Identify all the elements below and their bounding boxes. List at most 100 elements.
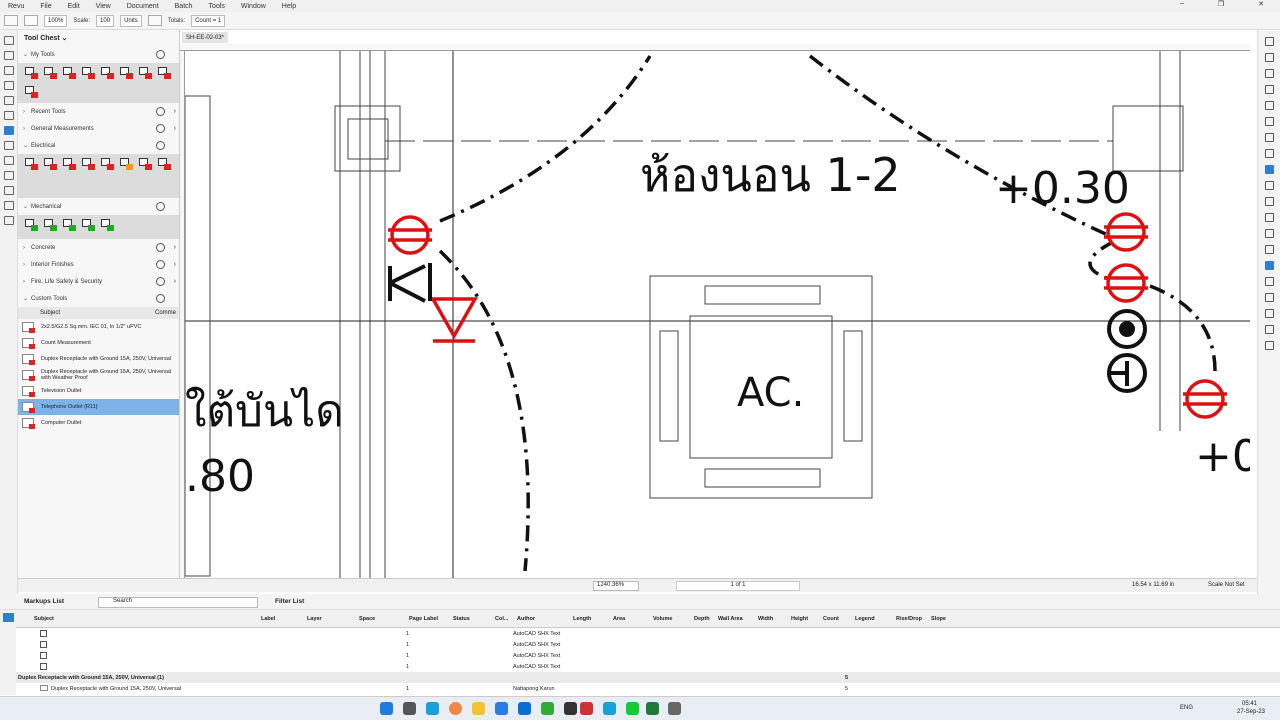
select-icon[interactable]	[24, 15, 38, 26]
column-area[interactable]: Area	[613, 616, 625, 622]
gear-icon[interactable]	[156, 141, 165, 150]
tool-item[interactable]	[43, 66, 58, 79]
section-fire-life-safety[interactable]: › Fire, Life Safety & Security ›	[18, 273, 179, 290]
arc-icon[interactable]	[1264, 325, 1274, 334]
units-dropdown[interactable]: Units	[120, 14, 142, 27]
excel-icon[interactable]	[646, 702, 659, 715]
list-item[interactable]: Count Measurement	[18, 335, 179, 351]
store-icon[interactable]	[495, 702, 508, 715]
language-indicator[interactable]: ENG	[1180, 705, 1193, 711]
list-item-selected[interactable]: Telephone Outlet (R11)	[18, 399, 179, 415]
column-legend[interactable]: Legend	[855, 616, 875, 622]
tool-item[interactable]	[24, 218, 39, 231]
properties-icon[interactable]	[3, 81, 14, 90]
column-slope[interactable]: Slope	[931, 616, 946, 622]
restore-icon[interactable]: ❐	[1210, 0, 1232, 8]
minimize-icon[interactable]: –	[1172, 0, 1192, 8]
layers-icon[interactable]	[3, 66, 14, 75]
section-my-tools[interactable]: ⌄ My Tools	[18, 46, 179, 63]
signatures-icon[interactable]	[3, 141, 14, 150]
polyline-icon[interactable]	[1264, 309, 1274, 318]
count-icon[interactable]	[1264, 245, 1274, 254]
markup-group-row[interactable]: Duplex Receptacle with Ground 15A, 250V,…	[16, 672, 1280, 683]
section-custom-tools[interactable]: ⌄ Custom Tools	[18, 290, 179, 307]
rectangle-icon[interactable]	[1264, 85, 1274, 94]
tool-item[interactable]	[62, 157, 77, 170]
links-icon[interactable]	[3, 171, 14, 180]
cloud-icon[interactable]	[1264, 341, 1274, 350]
table-row[interactable]: 1 AutoCAD SHX Text	[16, 661, 1280, 672]
menu-document[interactable]: Document	[119, 3, 167, 10]
edge-dev-icon[interactable]	[603, 702, 616, 715]
menu-window[interactable]: Window	[233, 3, 274, 10]
thumbnails-icon[interactable]	[3, 36, 14, 45]
measure-tool-icon[interactable]	[1264, 181, 1274, 190]
area-icon[interactable]	[1264, 197, 1274, 206]
ellipse-icon[interactable]	[1264, 101, 1274, 110]
spaces-icon[interactable]	[3, 156, 14, 165]
edge-icon[interactable]	[426, 702, 439, 715]
markups-list-title[interactable]: Markups List	[24, 598, 64, 605]
tool-item[interactable]	[24, 85, 39, 98]
highlight-icon[interactable]	[1264, 69, 1274, 78]
table-row[interactable]: Duplex Receptacle with Ground 15A, 250V,…	[16, 683, 1280, 694]
line-icon[interactable]	[626, 702, 639, 715]
menu-revu[interactable]: Revu	[0, 3, 32, 10]
gear-icon[interactable]	[156, 277, 165, 286]
chevron-right-icon[interactable]: ›	[174, 125, 176, 132]
measure-icon[interactable]	[3, 186, 14, 195]
start-icon[interactable]	[380, 702, 393, 715]
section-electrical[interactable]: ⌄ Electrical	[18, 137, 179, 154]
section-concrete[interactable]: › Concrete ›	[18, 239, 179, 256]
gear-icon[interactable]	[156, 243, 165, 252]
gear-icon[interactable]	[156, 107, 165, 116]
markup-tool-icon[interactable]	[1264, 261, 1274, 270]
tool-item[interactable]	[62, 218, 77, 231]
column-subject[interactable]: Subject	[34, 616, 54, 622]
arrow-icon[interactable]	[1264, 293, 1274, 302]
line-icon[interactable]	[1264, 277, 1274, 286]
column-volume[interactable]: Volume	[653, 616, 672, 622]
totals-dropdown[interactable]: Count = 1	[191, 14, 226, 27]
row-checkbox[interactable]	[40, 630, 47, 637]
chevron-right-icon[interactable]: ›	[174, 244, 176, 251]
sync-icon[interactable]	[1264, 165, 1274, 174]
search-icon[interactable]	[3, 201, 14, 210]
tool-item[interactable]	[43, 157, 58, 170]
volume-icon[interactable]	[1264, 213, 1274, 222]
tool-item[interactable]	[157, 66, 172, 79]
tool-item[interactable]	[100, 66, 115, 79]
menu-edit[interactable]: Edit	[60, 3, 88, 10]
tool-item[interactable]	[100, 218, 115, 231]
menu-batch[interactable]: Batch	[167, 3, 201, 10]
document-tab[interactable]: SH-EE-02-03*	[182, 32, 229, 43]
tool-item[interactable]	[157, 157, 172, 170]
column-width[interactable]: Width	[758, 616, 773, 622]
column-color[interactable]: Col...	[495, 616, 508, 622]
section-mechanical[interactable]: ⌄ Mechanical	[18, 198, 179, 215]
snapshot-icon[interactable]	[1264, 149, 1274, 158]
column-height[interactable]: Height	[791, 616, 808, 622]
list-item[interactable]: Duplex Receptacle with Ground 15A, 250V,…	[18, 367, 179, 383]
image-icon[interactable]	[1264, 133, 1274, 142]
list-item[interactable]: 2x2.5/G2.5 Sq.mm. IEC 01, In 1/2" uPVC	[18, 319, 179, 335]
column-rise-drop[interactable]: Rise/Drop	[896, 616, 922, 622]
outlook-icon[interactable]	[518, 702, 531, 715]
app-icon[interactable]	[541, 702, 554, 715]
menu-tools[interactable]: Tools	[201, 3, 233, 10]
column-space[interactable]: Space	[359, 616, 375, 622]
text-icon[interactable]	[1264, 37, 1274, 46]
tool-item[interactable]	[81, 218, 96, 231]
layout-icon[interactable]	[4, 15, 18, 26]
menu-file[interactable]: File	[32, 3, 59, 10]
page-navigator[interactable]: 1 of 1	[676, 581, 800, 591]
file-access-icon[interactable]	[3, 96, 14, 105]
gear-icon[interactable]	[156, 124, 165, 133]
clock-date[interactable]: 27-Sep-23	[1237, 709, 1265, 715]
close-icon[interactable]: ✕	[1250, 0, 1272, 8]
menu-help[interactable]: Help	[274, 3, 304, 10]
zoom-level-field[interactable]: 1240.36%	[593, 581, 639, 591]
chrome-icon[interactable]	[449, 702, 462, 715]
tool-item[interactable]	[119, 157, 134, 170]
tool-item[interactable]	[100, 157, 115, 170]
